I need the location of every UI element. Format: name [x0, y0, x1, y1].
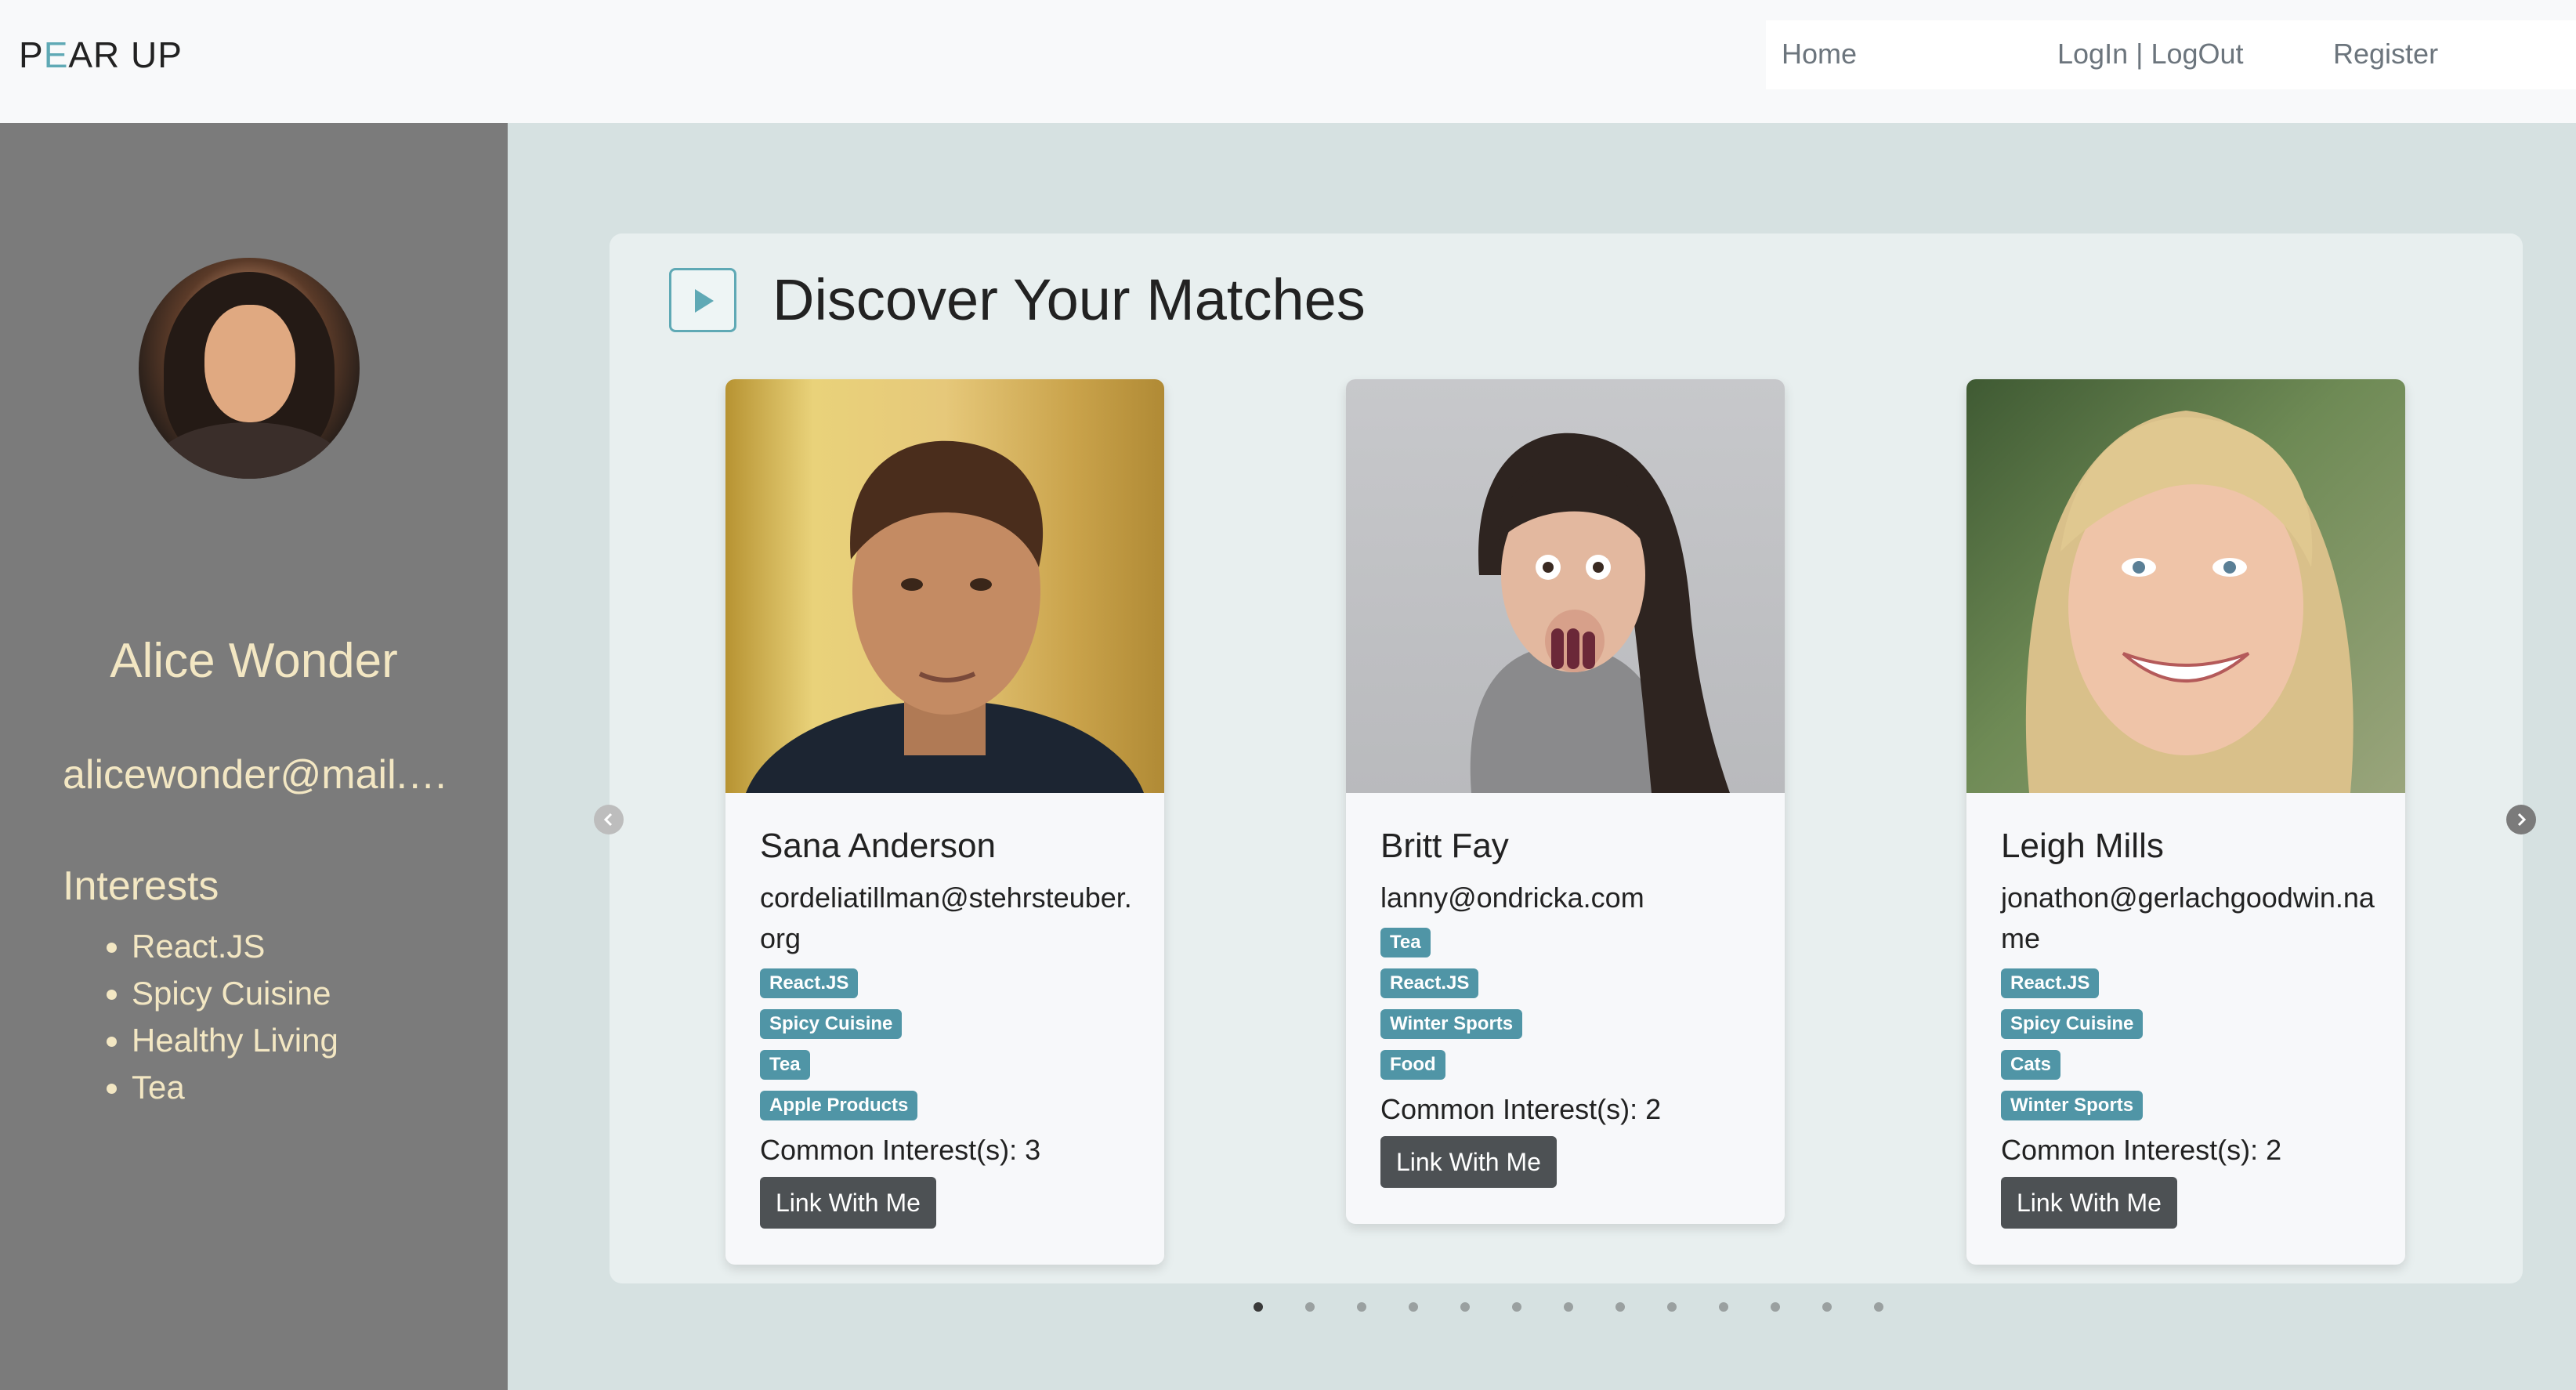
- interest-tag: React.JS: [2001, 968, 2100, 998]
- carousel-dot[interactable]: [1719, 1302, 1728, 1312]
- match-photo-art: [746, 440, 1144, 793]
- carousel-dot[interactable]: [1357, 1302, 1366, 1312]
- match-photo-art: [2025, 411, 2353, 793]
- carousel-next-button[interactable]: [2506, 805, 2536, 834]
- nav-link-login-logout[interactable]: LogIn | LogOut: [2057, 36, 2244, 72]
- page-title: Discover Your Matches: [772, 267, 1366, 332]
- brand-suffix: AR UP: [68, 34, 183, 75]
- brand-accent: E: [43, 34, 69, 75]
- carousel-dot[interactable]: [1667, 1302, 1677, 1312]
- match-name: Sana Anderson: [760, 827, 996, 865]
- carousel-dot[interactable]: [1822, 1302, 1832, 1312]
- match-email: cordeliatillman@stehrsteuber.org: [760, 881, 1132, 954]
- match-card: Britt Fay lanny@ondricka.com Tea React.J…: [1346, 379, 1785, 1224]
- interest-item: Healthy Living: [132, 1017, 338, 1064]
- brand-prefix: P: [19, 34, 44, 75]
- nav-link-register[interactable]: Register: [2333, 36, 2438, 72]
- interest-tag: Winter Sports: [2001, 1091, 2144, 1120]
- interest-tag: Winter Sports: [1380, 1009, 1523, 1039]
- carousel-dot[interactable]: [1874, 1302, 1883, 1312]
- carousel-dot[interactable]: [1512, 1302, 1521, 1312]
- match-email: jonathon@gerlachgoodwin.name: [2001, 881, 2375, 954]
- play-icon: [695, 289, 714, 313]
- match-name: Britt Fay: [1380, 827, 1509, 865]
- carousel-dot[interactable]: [1771, 1302, 1780, 1312]
- carousel-pagination: [1254, 1302, 1883, 1318]
- match-photo: [1966, 379, 2405, 793]
- interest-tag: Spicy Cuisine: [760, 1009, 903, 1039]
- interest-tag: Apple Products: [760, 1091, 918, 1120]
- chevron-right-icon: [2517, 813, 2527, 827]
- match-card: Sana Anderson cordeliatillman@stehrsteub…: [725, 379, 1164, 1265]
- link-with-me-button[interactable]: Link With Me: [1380, 1136, 1557, 1188]
- carousel-dot[interactable]: [1460, 1302, 1470, 1312]
- carousel-dot[interactable]: [1615, 1302, 1625, 1312]
- interest-tag: Cats: [2001, 1050, 2061, 1080]
- interest-tag: React.JS: [1380, 968, 1479, 998]
- carousel-dot[interactable]: [1254, 1302, 1263, 1312]
- carousel-prev-button[interactable]: [594, 805, 624, 834]
- interest-tag: Tea: [1380, 928, 1431, 957]
- match-name: Leigh Mills: [2001, 827, 2164, 865]
- profile-name: Alice Wonder: [110, 634, 398, 688]
- common-interests: Common Interest(s): 2: [2001, 1134, 2282, 1166]
- interest-tag: React.JS: [760, 968, 859, 998]
- link-with-me-button[interactable]: Link With Me: [2001, 1177, 2177, 1229]
- carousel-dot[interactable]: [1564, 1302, 1573, 1312]
- play-button[interactable]: [669, 268, 736, 332]
- interest-tag: Spicy Cuisine: [2001, 1009, 2144, 1039]
- brand-logo[interactable]: PEAR UP: [19, 31, 183, 78]
- carousel-dot[interactable]: [1305, 1302, 1315, 1312]
- nav-link-home[interactable]: Home: [1782, 36, 1857, 72]
- interests-list: React.JS Spicy Cuisine Healthy Living Te…: [63, 923, 338, 1111]
- chevron-left-icon: [603, 813, 613, 827]
- avatar: [139, 258, 360, 479]
- interest-tag: Tea: [760, 1050, 810, 1080]
- carousel-dot[interactable]: [1409, 1302, 1418, 1312]
- profile-email: alicewonder@mail.com: [63, 752, 454, 798]
- navbar: PEAR UP Home LogIn | LogOut Register: [0, 0, 2576, 123]
- profile-sidebar: Alice Wonder alicewonder@mail.com Intere…: [0, 123, 508, 1390]
- interest-item: React.JS: [132, 923, 338, 970]
- match-photo: [1346, 379, 1785, 793]
- match-photo: [725, 379, 1164, 793]
- avatar-face: [204, 305, 295, 422]
- common-interests: Common Interest(s): 2: [1380, 1093, 1662, 1125]
- match-email: lanny@ondricka.com: [1380, 881, 1644, 914]
- link-with-me-button[interactable]: Link With Me: [760, 1177, 936, 1229]
- match-card: Leigh Mills jonathon@gerlachgoodwin.name…: [1966, 379, 2405, 1265]
- match-photo-art: [1470, 433, 1730, 793]
- common-interests: Common Interest(s): 3: [760, 1134, 1041, 1166]
- interest-item: Tea: [132, 1064, 338, 1111]
- interest-item: Spicy Cuisine: [132, 970, 338, 1017]
- interest-tag: Food: [1380, 1050, 1445, 1080]
- interests-heading: Interests: [63, 863, 219, 909]
